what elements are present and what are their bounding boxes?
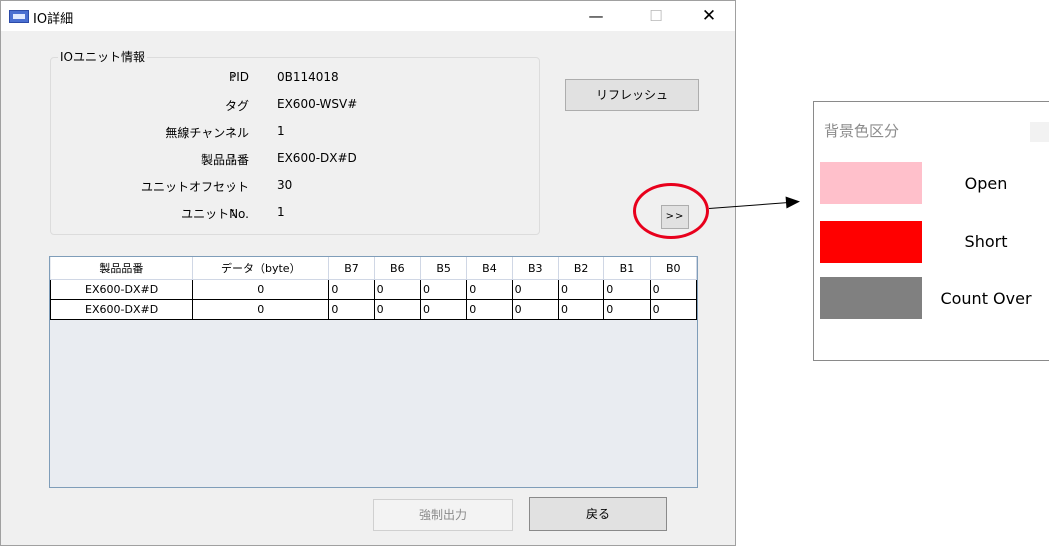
- cell-bit[interactable]: 0: [328, 279, 375, 300]
- legend-label-open: Open: [964, 174, 1008, 193]
- cell-bit[interactable]: 0: [419, 279, 468, 300]
- info-label: 製品品番: [200, 153, 249, 167]
- column-header[interactable]: データ（byte）: [192, 257, 330, 280]
- refresh-button[interactable]: リフレッシュ: [565, 79, 699, 111]
- cell-product-number[interactable]: EX600-DX#D: [50, 299, 194, 320]
- info-row-unit-offset: ユニットオフセット : 30: [61, 178, 521, 196]
- info-value: 30: [277, 178, 293, 192]
- cell-bit[interactable]: 0: [373, 279, 421, 300]
- back-button[interactable]: 戻る: [529, 497, 667, 531]
- column-header[interactable]: B6: [374, 257, 421, 280]
- info-colon: :: [231, 70, 236, 84]
- cell-bit[interactable]: 0: [649, 279, 697, 300]
- info-row-unit-no: ユニットNo. : 1: [61, 205, 521, 223]
- cell-bit[interactable]: 0: [557, 299, 605, 320]
- legend-swatch-short: [820, 221, 922, 263]
- column-header[interactable]: B2: [558, 257, 605, 280]
- info-value: 1: [277, 205, 285, 219]
- info-label: タグ: [224, 99, 249, 113]
- io-data-grid[interactable]: 製品品番 データ（byte） B7 B6 B5 B4 B3 B2 B1 B0 E…: [49, 256, 698, 488]
- info-row-pid: PID : 0B114018: [61, 70, 521, 88]
- info-row-product-number: 製品品番 : EX600-DX#D: [61, 151, 521, 169]
- highlight-circle: [633, 183, 709, 239]
- legend-label-count-over: Count Over: [940, 289, 1032, 308]
- callout-arrow-head-icon: [785, 195, 801, 209]
- column-header[interactable]: B1: [603, 257, 651, 280]
- cell-bit[interactable]: 0: [373, 299, 421, 320]
- info-value: 1: [277, 124, 285, 138]
- info-row-channel: 無線チャンネル : 1: [61, 124, 521, 142]
- window-title: IO詳細: [33, 12, 74, 27]
- force-output-button[interactable]: 強制出力: [373, 499, 513, 531]
- cell-product-number[interactable]: EX600-DX#D: [50, 279, 194, 300]
- info-value: EX600-WSV#: [277, 97, 358, 111]
- info-colon: :: [231, 97, 236, 111]
- cell-bit[interactable]: 0: [511, 279, 559, 300]
- maximize-button[interactable]: ☐: [641, 5, 671, 27]
- legend-label-short: Short: [964, 232, 1008, 251]
- info-colon: :: [231, 205, 236, 219]
- legend-title: 背景色区分: [824, 122, 900, 140]
- info-value: 0B114018: [277, 70, 339, 84]
- cell-bit[interactable]: 0: [466, 279, 513, 300]
- cell-bit[interactable]: 0: [511, 299, 559, 320]
- title-bar: IO詳細 — ☐ ✕: [1, 1, 735, 31]
- io-data-table: 製品品番 データ（byte） B7 B6 B5 B4 B3 B2 B1 B0 E…: [50, 257, 697, 320]
- legend-swatch-open: [820, 162, 922, 204]
- cell-bit[interactable]: 0: [603, 299, 651, 320]
- cell-bit[interactable]: 0: [328, 299, 375, 320]
- legend-close-button[interactable]: [1030, 122, 1049, 142]
- info-label: ユニットNo.: [181, 207, 249, 221]
- column-header[interactable]: B5: [420, 257, 468, 280]
- info-row-tag: タグ : EX600-WSV#: [61, 97, 521, 115]
- column-header[interactable]: 製品品番: [50, 257, 194, 280]
- cell-bit[interactable]: 0: [557, 279, 605, 300]
- info-colon: :: [231, 151, 236, 165]
- cell-data-byte[interactable]: 0: [192, 279, 330, 300]
- table-row[interactable]: EX600-DX#D 0 0 0 0 0 0 0 0 0: [50, 299, 697, 320]
- table-row[interactable]: EX600-DX#D 0 0 0 0 0 0 0 0 0: [50, 279, 697, 300]
- column-header[interactable]: B7: [328, 257, 375, 280]
- app-icon: [9, 10, 29, 23]
- cell-bit[interactable]: 0: [649, 299, 697, 320]
- cell-bit[interactable]: 0: [419, 299, 468, 320]
- close-button[interactable]: ✕: [694, 5, 724, 27]
- column-header[interactable]: B0: [650, 257, 697, 280]
- minimize-button[interactable]: —: [581, 5, 611, 27]
- column-header[interactable]: B4: [466, 257, 513, 280]
- info-colon: :: [231, 124, 236, 138]
- cell-bit[interactable]: 0: [466, 299, 513, 320]
- legend-swatch-count-over: [820, 277, 922, 319]
- background-color-legend-window: 背景色区分 Open Short Count Over: [813, 101, 1049, 361]
- info-colon: :: [231, 178, 236, 192]
- cell-bit[interactable]: 0: [603, 279, 651, 300]
- column-header[interactable]: B3: [512, 257, 559, 280]
- unit-info-group-title: IOユニット情報: [58, 48, 147, 65]
- info-label: 無線チャンネル: [165, 126, 249, 140]
- cell-data-byte[interactable]: 0: [192, 299, 330, 320]
- table-header-row: 製品品番 データ（byte） B7 B6 B5 B4 B3 B2 B1 B0: [50, 257, 697, 280]
- info-value: EX600-DX#D: [277, 151, 357, 165]
- io-detail-window: IO詳細 — ☐ ✕ IOユニット情報 PID : 0B114018 タグ : …: [0, 0, 736, 546]
